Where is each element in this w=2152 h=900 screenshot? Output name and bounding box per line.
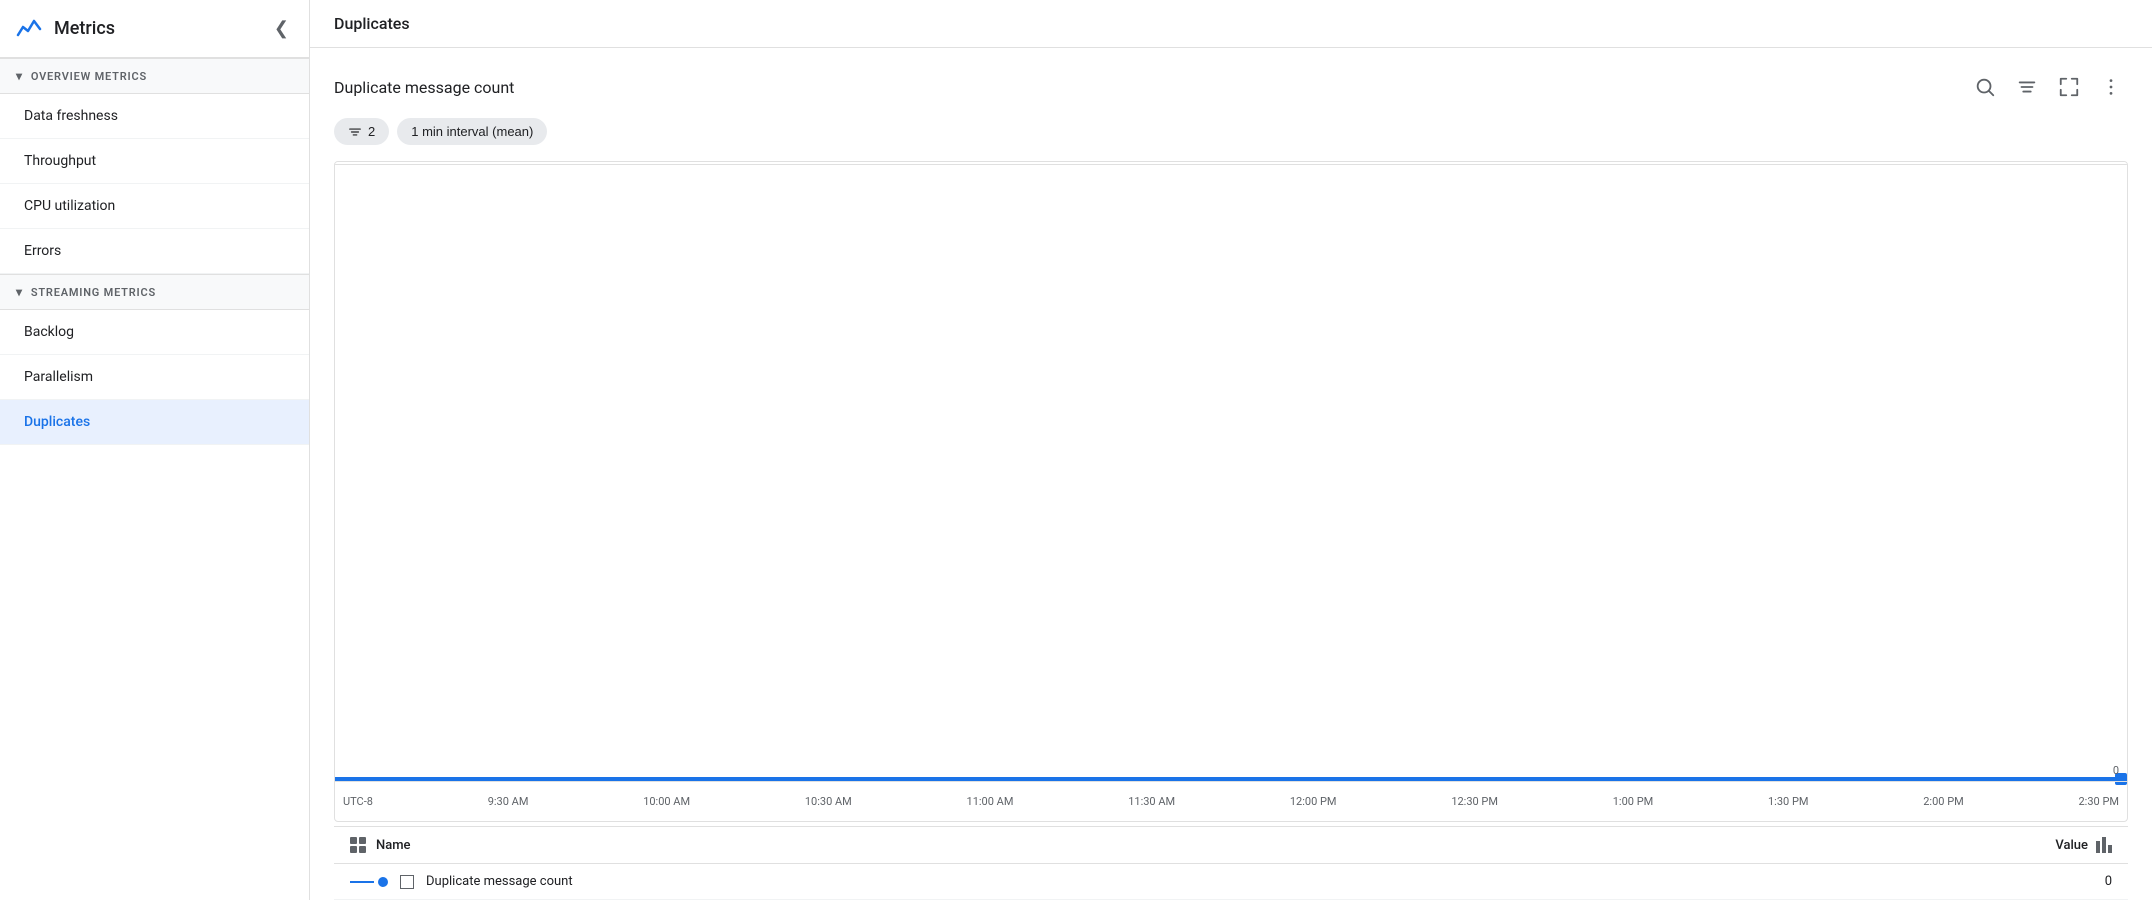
fullscreen-icon xyxy=(2058,76,2080,98)
bar-1 xyxy=(2096,841,2100,853)
chart-x-axis: UTC-8 9:30 AM 10:00 AM 10:30 AM 11:00 AM… xyxy=(335,781,2127,821)
x-label-200: 2:00 PM xyxy=(1923,795,1963,808)
sidebar-item-throughput[interactable]: Throughput xyxy=(0,139,309,184)
sidebar-item-backlog[interactable]: Backlog xyxy=(0,310,309,355)
x-label-930: 9:30 AM xyxy=(488,795,529,808)
streaming-nav-items: Backlog Parallelism Duplicates xyxy=(0,310,309,445)
x-label-230: 2:30 PM xyxy=(2079,795,2119,808)
legend-row: Duplicate message count 0 xyxy=(334,864,2128,900)
chart-filter-button[interactable] xyxy=(2010,72,2044,102)
filter-count-label: 2 xyxy=(368,124,375,139)
grid-cell-1 xyxy=(350,837,357,844)
x-label-100: 1:00 PM xyxy=(1613,795,1653,808)
legend-line-bar xyxy=(350,881,374,883)
grid-cell-4 xyxy=(359,846,366,853)
overview-nav-items: Data freshness Throughput CPU utilizatio… xyxy=(0,94,309,274)
x-label-1100: 11:00 AM xyxy=(967,795,1014,808)
sidebar-header: Metrics ❮ xyxy=(0,0,309,58)
chevron-down-icon: ▾ xyxy=(16,69,23,83)
grid-cell-2 xyxy=(359,837,366,844)
page-title: Duplicates xyxy=(334,14,410,33)
x-label-1130: 11:30 AM xyxy=(1128,795,1175,808)
x-label-130: 1:30 PM xyxy=(1768,795,1808,808)
chart-area: 1/s 0 UTC-8 9:30 AM 10:00 AM 10:30 AM 1 xyxy=(334,161,2128,822)
filter-count-chip[interactable]: 2 xyxy=(334,118,389,145)
sidebar-item-parallelism[interactable]: Parallelism xyxy=(0,355,309,400)
filter-list-icon xyxy=(348,125,362,139)
sidebar-item-errors[interactable]: Errors xyxy=(0,229,309,274)
chart-more-button[interactable] xyxy=(2094,72,2128,102)
legend-line-indicator xyxy=(350,877,388,887)
legend-value-header: Value xyxy=(2055,838,2088,853)
legend-header-right: Value xyxy=(2055,837,2112,853)
interval-label: 1 min interval (mean) xyxy=(411,124,533,139)
sidebar-item-cpu-utilization[interactable]: CPU utilization xyxy=(0,184,309,229)
legend-header: Name Value xyxy=(334,827,2128,864)
legend-header-left: Name xyxy=(350,837,411,853)
bar-3 xyxy=(2108,845,2112,853)
metrics-logo-icon xyxy=(16,15,44,43)
chart-title: Duplicate message count xyxy=(334,78,514,97)
app-title: Metrics xyxy=(54,18,115,39)
legend-row-value: 0 xyxy=(2105,874,2112,889)
collapse-sidebar-button[interactable]: ❮ xyxy=(270,14,293,43)
sidebar-title: Metrics xyxy=(16,15,115,43)
sidebar-item-duplicates[interactable]: Duplicates xyxy=(0,400,309,445)
filter-icon xyxy=(2016,76,2038,98)
legend-name-header: Name xyxy=(376,838,411,853)
x-label-1200: 12:00 PM xyxy=(1290,795,1337,808)
legend-table: Name Value xyxy=(334,826,2128,900)
chart-plot xyxy=(335,162,2127,781)
streaming-metrics-section-header[interactable]: ▾ STREAMING METRICS xyxy=(0,274,309,310)
x-label-utc8: UTC-8 xyxy=(343,795,373,808)
grid-icon xyxy=(350,837,366,853)
chart-gridline-top xyxy=(335,164,2127,165)
chart-fullscreen-button[interactable] xyxy=(2052,72,2086,102)
page-header: Duplicates xyxy=(310,0,2152,48)
zero-value-label: 0 xyxy=(2113,764,2119,777)
legend-row-left: Duplicate message count xyxy=(350,874,573,889)
x-label-1030: 10:30 AM xyxy=(805,795,852,808)
overview-metrics-section-header[interactable]: ▾ OVERVIEW METRICS xyxy=(0,58,309,94)
bars-icon xyxy=(2096,837,2112,853)
chevron-down-icon-2: ▾ xyxy=(16,285,23,299)
bar-2 xyxy=(2102,837,2106,853)
chart-filters: 2 1 min interval (mean) xyxy=(334,118,2128,145)
sidebar: Metrics ❮ ▾ OVERVIEW METRICS Data freshn… xyxy=(0,0,310,900)
x-label-1000: 10:00 AM xyxy=(643,795,690,808)
x-label-1230: 12:30 PM xyxy=(1451,795,1498,808)
main-content: Duplicates Duplicate message count xyxy=(310,0,2152,900)
search-icon xyxy=(1974,76,1996,98)
more-vert-icon xyxy=(2100,76,2122,98)
legend-checkbox[interactable] xyxy=(400,875,414,889)
legend-dot xyxy=(378,877,388,887)
chart-container: Duplicate message count xyxy=(310,48,2152,900)
chart-actions xyxy=(1968,72,2128,102)
legend-row-name: Duplicate message count xyxy=(426,874,573,889)
interval-chip[interactable]: 1 min interval (mean) xyxy=(397,118,547,145)
x-axis-labels: UTC-8 9:30 AM 10:00 AM 10:30 AM 11:00 AM… xyxy=(343,795,2119,808)
sidebar-item-data-freshness[interactable]: Data freshness xyxy=(0,94,309,139)
grid-cell-3 xyxy=(350,846,357,853)
chart-header: Duplicate message count xyxy=(334,72,2128,102)
chart-search-button[interactable] xyxy=(1968,72,2002,102)
